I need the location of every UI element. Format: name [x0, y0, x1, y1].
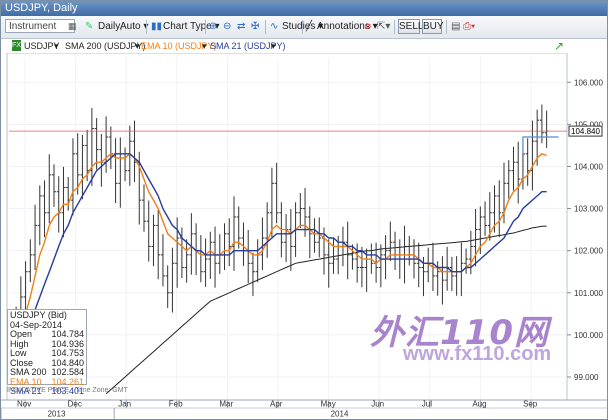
- instrument-input[interactable]: Instrument: [5, 19, 75, 33]
- price-tick-label: 103.000: [574, 205, 603, 214]
- month-label: Jan: [118, 400, 131, 409]
- month-label: Sep: [523, 400, 538, 409]
- window-title: USDJPY, Daily: [5, 2, 78, 14]
- zoom-out-icon[interactable]: ⊖: [223, 19, 231, 34]
- price-tick-label: 106.000: [574, 78, 603, 87]
- chevron-down-icon[interactable]: ▾: [271, 39, 276, 53]
- chevron-down-icon[interactable]: ▾: [202, 39, 207, 53]
- price-tick-label: 101.000: [574, 289, 603, 298]
- chart-toolbar: Instrument ▦ ✎ Daily, Auto ▾ ▮▮ Chart Ty…: [1, 16, 607, 39]
- window-titlebar: USDJPY, Daily: [1, 1, 607, 16]
- month-label: Dec: [68, 400, 82, 409]
- month-label: Apr: [270, 400, 283, 409]
- chart-type-icon: ▮▮: [151, 21, 163, 32]
- toolbar-divider: [205, 20, 206, 34]
- year-label: 2013: [48, 410, 66, 419]
- chevron-down-icon[interactable]: ▾: [135, 39, 140, 53]
- last-price-label: 104.840: [571, 127, 600, 136]
- draw-line-icon[interactable]: ✎: [85, 19, 93, 34]
- auto-dropdown[interactable]: Auto ▾: [120, 19, 148, 34]
- buy-button[interactable]: BUY: [422, 19, 444, 34]
- month-label: Feb: [169, 400, 183, 409]
- fx-icon: FX: [12, 40, 21, 51]
- month-label: Aug: [472, 400, 486, 409]
- toolbar-divider: [394, 20, 395, 34]
- toolbar-divider: [302, 20, 303, 34]
- annotation-line-icon: ╱: [306, 21, 313, 32]
- chart-legend: FX USDJPY ▾ SMA 200 (USDJPY) ▾ EMA 10 (U…: [1, 39, 607, 53]
- crosshair-icon[interactable]: ✠: [251, 19, 259, 34]
- price-tick-label: 102.000: [574, 247, 603, 256]
- zoom-in-icon[interactable]: ⊕: [209, 19, 217, 34]
- print-icon[interactable]: ⎙▾: [463, 19, 475, 34]
- eraser-icon[interactable]: ⌀: [365, 19, 371, 34]
- fit-chart-icon[interactable]: ⇄: [237, 19, 245, 34]
- sell-button[interactable]: SELL: [398, 19, 423, 34]
- auto-label: Auto: [120, 21, 141, 32]
- month-label: May: [321, 400, 336, 409]
- expand-icon[interactable]: ↗: [554, 39, 564, 53]
- cursor-menu-icon[interactable]: ⇱▾: [377, 19, 390, 34]
- legend-sma200[interactable]: SMA 200 (USDJPY): [65, 39, 146, 53]
- studies-icon: ∿: [270, 21, 279, 32]
- watermark-url: www.fx110.com: [403, 343, 552, 365]
- month-label: Jun: [371, 400, 384, 409]
- month-label: Jul: [422, 400, 432, 409]
- time-axis: Nov Dec Jan Feb Mar Apr May Jun Jul Aug Sep 2013 201…: [1, 399, 607, 419]
- price-tick-label: 99.000: [574, 373, 599, 382]
- month-label: Nov: [17, 400, 31, 409]
- toolbar-divider: [446, 20, 447, 34]
- annotations-label: Annotations: [317, 21, 370, 32]
- price-tick-label: 100.000: [574, 331, 603, 340]
- indicative-note: INDICATIVE PRICE · Time Zone: GMT: [7, 387, 128, 394]
- price-tick-label: 104.000: [574, 162, 603, 171]
- toolbar-divider: [146, 20, 147, 34]
- chart-window: USDJPY, Daily Instrument ▦ ✎ Daily, Auto…: [0, 0, 608, 420]
- chevron-down-icon[interactable]: ▾: [54, 39, 59, 53]
- data-window: USDJPY (Bid) 04-Sep-2014 Open 104.784 Hig…: [7, 309, 87, 396]
- period-label[interactable]: Daily,: [98, 19, 122, 34]
- price-axis: 106.000105.000104.000103.000102.000101.0…: [567, 78, 603, 382]
- year-label: 2014: [331, 410, 349, 419]
- toolbar-divider: [265, 20, 266, 34]
- instrument-dropdown-icon[interactable]: ▦: [68, 19, 77, 34]
- month-label: Mar: [219, 400, 233, 409]
- save-icon[interactable]: ▤: [451, 19, 460, 34]
